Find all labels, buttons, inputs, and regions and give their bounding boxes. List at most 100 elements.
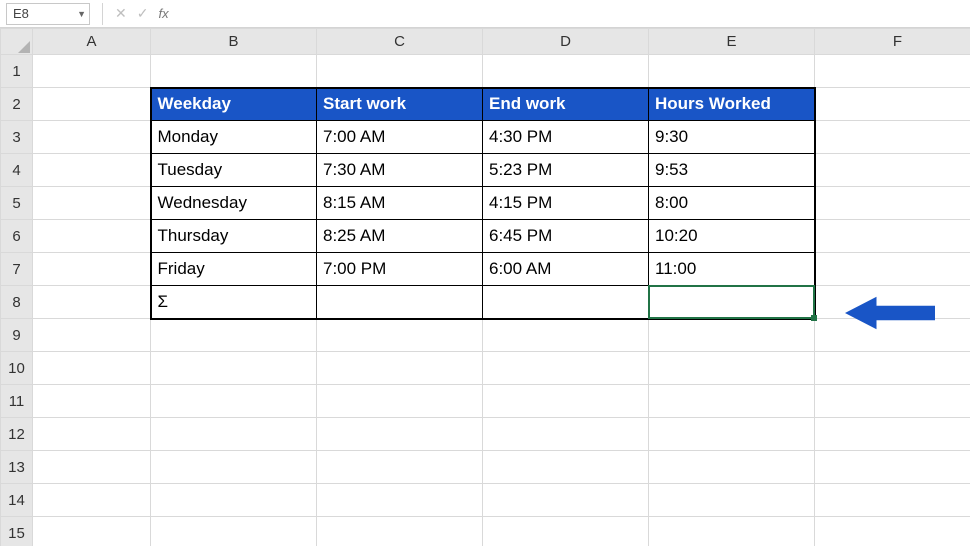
cell-E2[interactable]: Hours Worked: [649, 88, 815, 121]
cell-A14[interactable]: [33, 484, 151, 517]
cell-B15[interactable]: [151, 517, 317, 546]
cell-E5[interactable]: 8:00: [649, 187, 815, 220]
row-header-8[interactable]: 8: [1, 286, 33, 319]
col-header-C[interactable]: C: [317, 29, 483, 55]
cell-F15[interactable]: [815, 517, 970, 546]
cell-F9[interactable]: [815, 319, 970, 352]
cell-D5[interactable]: 4:15 PM: [483, 187, 649, 220]
cell-F3[interactable]: [815, 121, 970, 154]
cell-F14[interactable]: [815, 484, 970, 517]
col-header-E[interactable]: E: [649, 29, 815, 55]
cell-C12[interactable]: [317, 418, 483, 451]
cell-C14[interactable]: [317, 484, 483, 517]
cell-C1[interactable]: [317, 55, 483, 88]
row-header-13[interactable]: 13: [1, 451, 33, 484]
row-header-3[interactable]: 3: [1, 121, 33, 154]
cell-F11[interactable]: [815, 385, 970, 418]
cell-B11[interactable]: [151, 385, 317, 418]
cell-B12[interactable]: [151, 418, 317, 451]
formula-input[interactable]: [175, 3, 970, 25]
cell-F6[interactable]: [815, 220, 970, 253]
cell-C4[interactable]: 7:30 AM: [317, 154, 483, 187]
cell-C7[interactable]: 7:00 PM: [317, 253, 483, 286]
row-header-4[interactable]: 4: [1, 154, 33, 187]
cell-D3[interactable]: 4:30 PM: [483, 121, 649, 154]
row-header-5[interactable]: 5: [1, 187, 33, 220]
row-header-1[interactable]: 1: [1, 55, 33, 88]
cell-A5[interactable]: [33, 187, 151, 220]
grid[interactable]: A B C D E F 1: [0, 28, 970, 546]
cell-B6[interactable]: Thursday: [151, 220, 317, 253]
col-header-F[interactable]: F: [815, 29, 970, 55]
cell-A13[interactable]: [33, 451, 151, 484]
cell-B14[interactable]: [151, 484, 317, 517]
cell-D12[interactable]: [483, 418, 649, 451]
cell-E6[interactable]: 10:20: [649, 220, 815, 253]
cell-B10[interactable]: [151, 352, 317, 385]
row-header-14[interactable]: 14: [1, 484, 33, 517]
select-all-corner[interactable]: [1, 29, 33, 55]
cell-D1[interactable]: [483, 55, 649, 88]
cell-D10[interactable]: [483, 352, 649, 385]
row-header-12[interactable]: 12: [1, 418, 33, 451]
cell-A6[interactable]: [33, 220, 151, 253]
cell-B4[interactable]: Tuesday: [151, 154, 317, 187]
cell-E13[interactable]: [649, 451, 815, 484]
cell-A11[interactable]: [33, 385, 151, 418]
cell-B1[interactable]: [151, 55, 317, 88]
name-box[interactable]: E8 ▼: [6, 3, 90, 25]
cell-E7[interactable]: 11:00: [649, 253, 815, 286]
cell-F4[interactable]: [815, 154, 970, 187]
cell-C5[interactable]: 8:15 AM: [317, 187, 483, 220]
cell-C3[interactable]: 7:00 AM: [317, 121, 483, 154]
cell-A2[interactable]: [33, 88, 151, 121]
cell-A4[interactable]: [33, 154, 151, 187]
cell-F8[interactable]: [815, 286, 970, 319]
cell-D11[interactable]: [483, 385, 649, 418]
row-header-9[interactable]: 9: [1, 319, 33, 352]
cell-A15[interactable]: [33, 517, 151, 546]
cell-F1[interactable]: [815, 55, 970, 88]
cell-D15[interactable]: [483, 517, 649, 546]
col-header-A[interactable]: A: [33, 29, 151, 55]
cell-A12[interactable]: [33, 418, 151, 451]
cell-E15[interactable]: [649, 517, 815, 546]
cell-B9[interactable]: [151, 319, 317, 352]
cell-C9[interactable]: [317, 319, 483, 352]
row-header-6[interactable]: 6: [1, 220, 33, 253]
row-header-15[interactable]: 15: [1, 517, 33, 546]
cell-C15[interactable]: [317, 517, 483, 546]
cell-D13[interactable]: [483, 451, 649, 484]
row-header-10[interactable]: 10: [1, 352, 33, 385]
row-header-11[interactable]: 11: [1, 385, 33, 418]
enter-icon[interactable]: ✓: [137, 5, 149, 22]
cell-C11[interactable]: [317, 385, 483, 418]
cell-B13[interactable]: [151, 451, 317, 484]
cell-A3[interactable]: [33, 121, 151, 154]
cell-E12[interactable]: [649, 418, 815, 451]
cell-A10[interactable]: [33, 352, 151, 385]
cell-D8[interactable]: [483, 286, 649, 319]
cell-F7[interactable]: [815, 253, 970, 286]
cell-B5[interactable]: Wednesday: [151, 187, 317, 220]
cell-E1[interactable]: [649, 55, 815, 88]
cell-A9[interactable]: [33, 319, 151, 352]
cell-F2[interactable]: [815, 88, 970, 121]
cell-B7[interactable]: Friday: [151, 253, 317, 286]
name-box-dropdown-icon[interactable]: ▼: [77, 9, 86, 19]
cell-B3[interactable]: Monday: [151, 121, 317, 154]
cell-E8[interactable]: [649, 286, 815, 319]
cell-A8[interactable]: [33, 286, 151, 319]
cell-F12[interactable]: [815, 418, 970, 451]
fx-icon[interactable]: fx: [158, 6, 168, 21]
cell-E3[interactable]: 9:30: [649, 121, 815, 154]
cell-A1[interactable]: [33, 55, 151, 88]
cell-E11[interactable]: [649, 385, 815, 418]
cell-C2[interactable]: Start work: [317, 88, 483, 121]
row-header-2[interactable]: 2: [1, 88, 33, 121]
cell-E10[interactable]: [649, 352, 815, 385]
cell-D2[interactable]: End work: [483, 88, 649, 121]
cell-E14[interactable]: [649, 484, 815, 517]
cell-E4[interactable]: 9:53: [649, 154, 815, 187]
col-header-D[interactable]: D: [483, 29, 649, 55]
